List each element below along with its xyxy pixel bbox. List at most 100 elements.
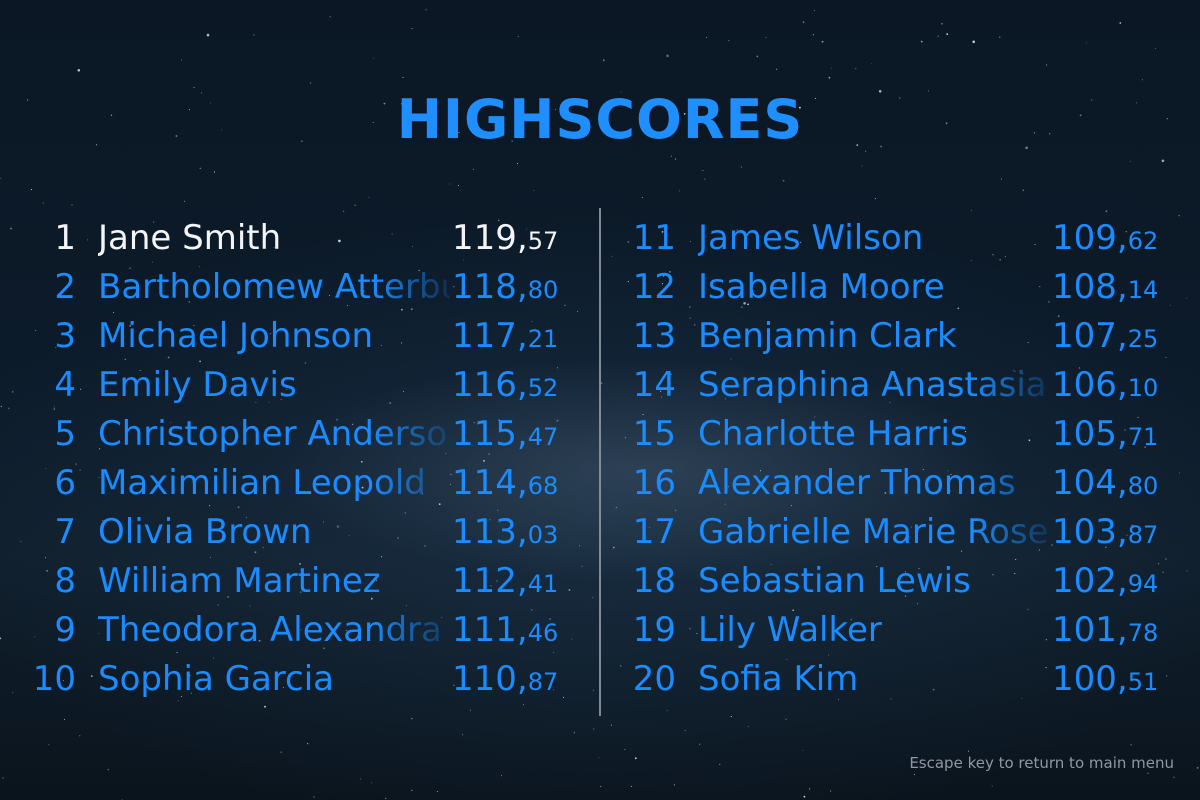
score-fraction: 46 [527, 619, 559, 647]
score-fraction: 14 [1127, 276, 1159, 304]
score-value: 112,41 [452, 561, 558, 601]
score-fraction: 68 [527, 472, 559, 500]
score-row: 5 Christopher Anderson 115,47 [20, 408, 560, 457]
score-value: 114,68 [452, 463, 558, 503]
score-rank: 14 [632, 365, 676, 405]
score-rank: 13 [632, 316, 676, 356]
score-fraction: 78 [1127, 619, 1159, 647]
player-name: Maximilian Leopold [98, 463, 426, 503]
score-value: 105,71 [1052, 414, 1158, 454]
score-rank: 11 [632, 218, 676, 258]
score-rank: 10 [32, 659, 76, 699]
score-rank: 19 [632, 610, 676, 650]
score-rank: 18 [632, 561, 676, 601]
score-fraction: 25 [1127, 325, 1159, 353]
score-value: 102,94 [1052, 561, 1158, 601]
player-name: James Wilson [698, 218, 924, 258]
score-rank: 16 [632, 463, 676, 503]
score-fraction: 03 [527, 521, 559, 549]
score-rank: 5 [54, 414, 76, 454]
score-integer: 106, [1052, 365, 1128, 405]
score-row: 11 James Wilson 109,62 [620, 212, 1160, 261]
player-name: William Martinez [98, 561, 381, 601]
score-row: 8 William Martinez 112,41 [20, 555, 560, 604]
score-integer: 107, [1052, 316, 1128, 356]
score-fraction: 62 [1127, 227, 1159, 255]
score-fraction: 51 [1127, 668, 1159, 696]
score-rank: 15 [632, 414, 676, 454]
score-rank: 1 [54, 218, 76, 258]
score-integer: 101, [1052, 610, 1128, 650]
score-fraction: 87 [527, 668, 559, 696]
player-name: Charlotte Harris [698, 414, 968, 454]
score-value: 101,78 [1052, 610, 1158, 650]
score-integer: 118, [452, 267, 528, 307]
score-fraction: 94 [1127, 570, 1159, 598]
score-value: 106,10 [1052, 365, 1158, 405]
score-row: 17 Gabrielle Marie Rose 103,87 [620, 506, 1160, 555]
score-rank: 4 [54, 365, 76, 405]
score-rank: 7 [54, 512, 76, 552]
score-value: 103,87 [1052, 512, 1158, 552]
page-title: HIGHSCORES [396, 88, 804, 151]
score-value: 108,14 [1052, 267, 1158, 307]
score-integer: 116, [452, 365, 528, 405]
player-name: Olivia Brown [98, 512, 312, 552]
column-divider [599, 208, 601, 716]
score-integer: 113, [452, 512, 528, 552]
score-row: 4 Emily Davis 116,52 [20, 359, 560, 408]
score-integer: 117, [452, 316, 528, 356]
score-integer: 103, [1052, 512, 1128, 552]
score-row: 1 Jane Smith 119,57 [20, 212, 560, 261]
score-row: 2 Bartholomew Atterbury118,80 [20, 261, 560, 310]
player-name: Sofia Kim [698, 659, 859, 699]
score-row: 13 Benjamin Clark 107,25 [620, 310, 1160, 359]
score-integer: 100, [1052, 659, 1128, 699]
player-name: Gabrielle Marie Rose [698, 512, 1049, 552]
score-row: 9 Theodora Alexandra 111,46 [20, 604, 560, 653]
score-fraction: 21 [527, 325, 559, 353]
score-fraction: 80 [527, 276, 559, 304]
score-value: 116,52 [452, 365, 558, 405]
score-integer: 119, [452, 218, 528, 258]
score-row: 19 Lily Walker 101,78 [620, 604, 1160, 653]
score-integer: 111, [452, 610, 528, 650]
score-row: 15 Charlotte Harris 105,71 [620, 408, 1160, 457]
player-name: Seraphina Anastasia [698, 365, 1047, 405]
score-integer: 115, [452, 414, 528, 454]
escape-hint: Escape key to return to main menu [909, 754, 1174, 772]
score-value: 109,62 [1052, 218, 1158, 258]
score-value: 115,47 [452, 414, 558, 454]
score-row: 16 Alexander Thomas 104,80 [620, 457, 1160, 506]
score-row: 14 Seraphina Anastasia 106,10 [620, 359, 1160, 408]
score-integer: 102, [1052, 561, 1128, 601]
score-integer: 108, [1052, 267, 1128, 307]
score-fraction: 47 [527, 423, 559, 451]
scores-column-right: 11 James Wilson 109,62 12 Isabella Moore 108,… [620, 212, 1160, 702]
score-integer: 114, [452, 463, 528, 503]
score-value: 117,21 [452, 316, 558, 356]
score-value: 113,03 [452, 512, 558, 552]
score-fraction: 10 [1127, 374, 1159, 402]
player-name: Sebastian Lewis [698, 561, 971, 601]
score-row: 12 Isabella Moore 108,14 [620, 261, 1160, 310]
score-row: 7 Olivia Brown 113,03 [20, 506, 560, 555]
player-name: Sophia Garcia [98, 659, 334, 699]
score-fraction: 52 [527, 374, 559, 402]
score-fraction: 87 [1127, 521, 1159, 549]
scores-column-left: 1Jane Smith119,572Bartholomew Atterbury1… [20, 212, 560, 702]
score-rank: 6 [54, 463, 76, 503]
score-rank: 20 [632, 659, 676, 699]
score-value: 107,25 [1052, 316, 1158, 356]
score-value: 119,57 [452, 218, 558, 258]
score-integer: 110, [452, 659, 528, 699]
score-row: 18 Sebastian Lewis 102,94 [620, 555, 1160, 604]
player-name: Emily Davis [98, 365, 297, 405]
score-rank: 12 [632, 267, 676, 307]
score-row: 3 Michael Johnson 117,21 [20, 310, 560, 359]
player-name: Theodora Alexandra [98, 610, 442, 650]
player-name: Bartholomew Atterbury [98, 267, 450, 307]
score-rank: 17 [632, 512, 676, 552]
player-name: Michael Johnson [98, 316, 374, 356]
player-name: Christopher Anderson [98, 414, 450, 454]
